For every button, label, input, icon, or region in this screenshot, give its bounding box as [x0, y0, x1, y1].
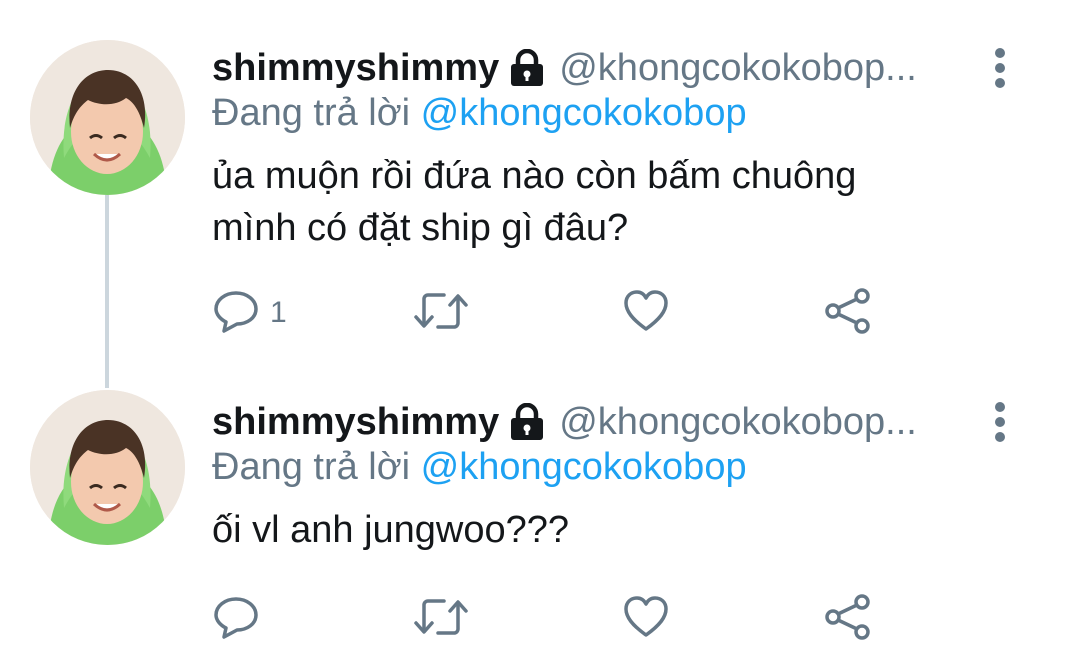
user-handle[interactable]: @khongcokokobop...	[559, 401, 917, 444]
retweet-button[interactable]	[412, 285, 470, 341]
like-icon	[622, 593, 670, 646]
more-vertical-icon[interactable]	[992, 400, 1008, 444]
tweet-actions: 1	[212, 285, 912, 341]
avatar[interactable]	[30, 390, 185, 545]
like-icon	[622, 287, 670, 340]
tweet-text-line: ối vl anh jungwoo???	[212, 509, 570, 551]
tweet-text: ủa muộn rồi đứa nào còn bấm chuông mình …	[212, 150, 970, 254]
tweet-text-line: mình có đặt ship gì đâu?	[212, 207, 629, 249]
replying-to: Đang trả lời @khongcokokobop	[212, 92, 747, 135]
tweet-text: ối vl anh jungwoo???	[212, 504, 970, 556]
tweet[interactable]: shimmyshimmy @khongcokokobop... Đang trả…	[0, 390, 1080, 654]
reply-count: 1	[270, 296, 287, 329]
like-button[interactable]	[622, 591, 670, 647]
tweet[interactable]: shimmyshimmy @khongcokokobop... Đang trả…	[0, 40, 1080, 340]
share-icon	[824, 287, 872, 340]
retweet-icon	[412, 287, 470, 340]
replying-prefix: Đang trả lời	[212, 92, 411, 134]
tweet-text-line: ủa muộn rồi đứa nào còn bấm chuông	[212, 155, 857, 197]
share-icon	[824, 593, 872, 646]
reply-button[interactable]	[212, 591, 270, 647]
lock-icon	[509, 49, 545, 87]
lock-icon	[509, 403, 545, 441]
user-handle[interactable]: @khongcokokobop...	[559, 47, 917, 90]
mention-link[interactable]: @khongcokokobop	[421, 446, 747, 488]
avatar[interactable]	[30, 40, 185, 195]
display-name[interactable]: shimmyshimmy	[212, 401, 499, 444]
like-button[interactable]	[622, 285, 670, 341]
reply-icon	[212, 593, 260, 646]
reply-icon	[212, 287, 260, 340]
tweet-actions	[212, 591, 912, 647]
share-button[interactable]	[824, 285, 872, 341]
retweet-icon	[412, 593, 470, 646]
retweet-button[interactable]	[412, 591, 470, 647]
mention-link[interactable]: @khongcokokobop	[421, 92, 747, 134]
display-name[interactable]: shimmyshimmy	[212, 47, 499, 90]
replying-prefix: Đang trả lời	[212, 446, 411, 488]
share-button[interactable]	[824, 591, 872, 647]
reply-button[interactable]: 1	[212, 285, 287, 341]
replying-to: Đang trả lời @khongcokokobop	[212, 446, 747, 489]
more-vertical-icon[interactable]	[992, 46, 1008, 90]
